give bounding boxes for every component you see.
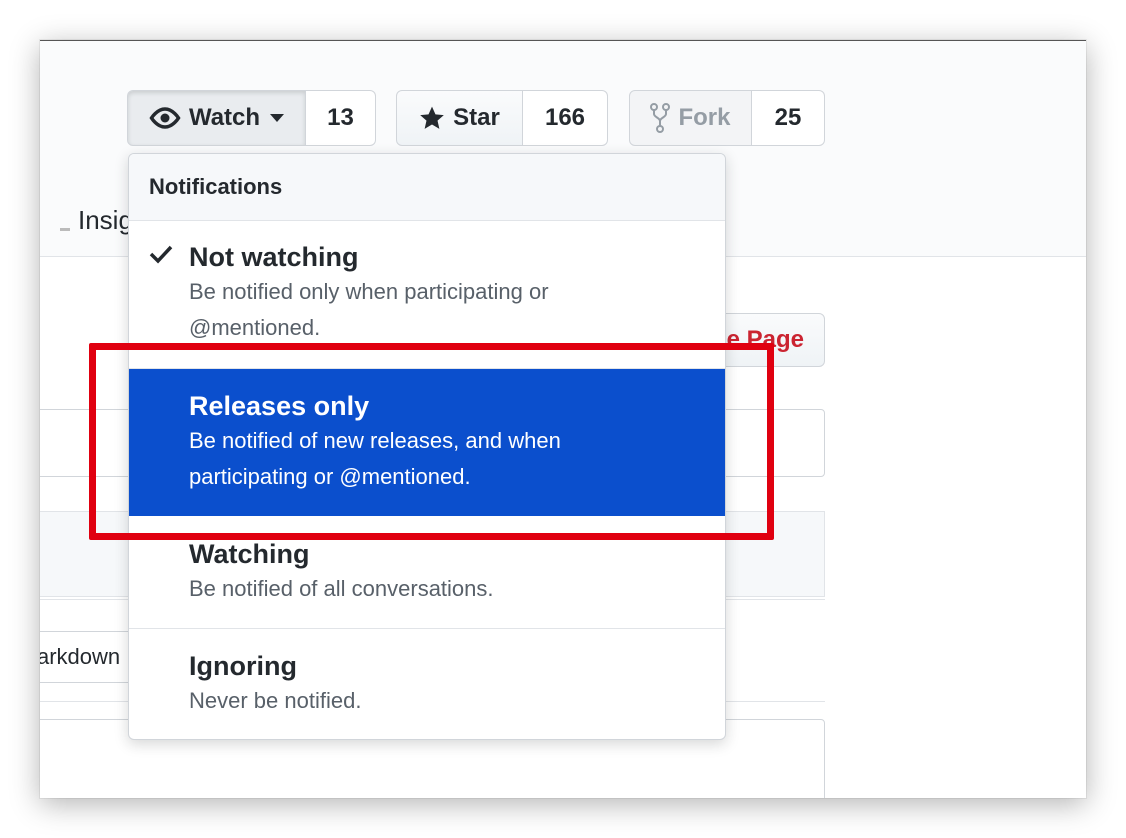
watch-button-group: Watch 13 [127,90,376,146]
menu-item-title: Releases only [189,391,370,421]
menu-item-title: Not watching [189,242,359,272]
star-count[interactable]: 166 [523,90,608,146]
chevron-down-icon [270,114,285,122]
menu-header: Notifications [129,154,725,221]
divider [129,628,725,629]
fork-count[interactable]: 25 [752,90,825,146]
menu-item-title: Watching [189,539,310,569]
menu-item-not-watching[interactable]: Not watching Be notified only when parti… [129,240,725,346]
menu-item-description: Never be notified. [189,688,362,713]
menu-item-watching[interactable]: Watching Be notified of all conversation… [129,537,725,607]
menu-item-description: Be notified of all conversations. [189,576,494,601]
menu-item-description: Be notified of new releases, and when [189,428,561,453]
star-button[interactable]: Star [396,90,523,146]
watch-button[interactable]: Watch [127,90,306,146]
menu-item-title: Ignoring [189,651,297,681]
menu-item-ignoring[interactable]: Ignoring Never be notified. [129,649,725,719]
menu-item-description: @mentioned. [189,315,321,340]
menu-item-description: participating or @mentioned. [189,464,471,489]
watch-label: Watch [188,104,261,131]
eye-icon [149,107,181,129]
star-label: Star [453,104,500,131]
menu-item-description: Be notified only when participating or [189,279,549,304]
fork-button-group: Fork 25 [629,90,825,146]
watch-count[interactable]: 13 [306,90,376,146]
notifications-menu: Notifications Not watching Be notified o… [128,153,726,740]
fork-button[interactable]: Fork [629,90,752,146]
star-icon [420,106,444,129]
fork-icon [650,103,671,133]
fork-label: Fork [678,104,731,131]
menu-item-releases-only[interactable]: Releases only Be notified of new release… [129,369,725,516]
check-icon [149,245,173,264]
star-button-group: Star 166 [396,90,608,146]
graph-icon [60,211,70,231]
